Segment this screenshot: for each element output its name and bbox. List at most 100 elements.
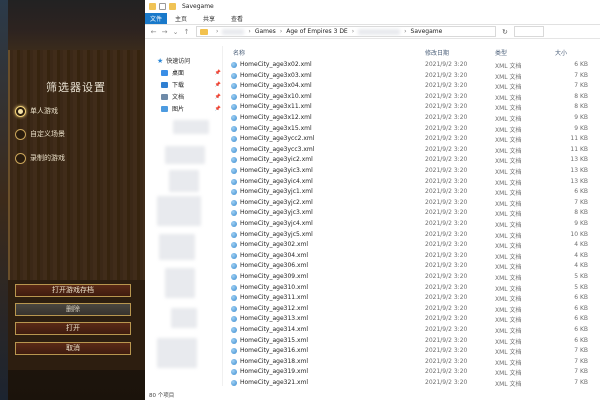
folder-icon[interactable] — [169, 3, 176, 10]
radio-recorded-game[interactable]: 录制的游戏 — [15, 151, 65, 165]
file-row[interactable]: HomeCity_age3x10.xml 2021/9/2 3:20 XML 文档 8… — [223, 92, 600, 103]
xml-file-icon — [231, 157, 237, 164]
xml-file-icon — [231, 348, 237, 355]
cancel-button[interactable]: 取消 — [15, 342, 131, 355]
xml-file-icon — [231, 337, 237, 344]
checkbox-icon[interactable] — [159, 3, 166, 10]
open-save-button[interactable]: 打开游戏存档 — [15, 284, 131, 297]
sidebar-item-downloads[interactable]: 下载 📌 — [161, 80, 221, 89]
file-type: XML 文档 — [495, 211, 522, 219]
file-date: 2021/9/2 3:20 — [425, 103, 468, 111]
breadcrumb-games[interactable]: Games — [255, 28, 276, 35]
sidebar-item-label: 下载 — [172, 82, 185, 89]
tab-view[interactable]: 查看 — [223, 13, 251, 24]
file-size: 4 KB — [574, 251, 588, 259]
sidebar-item-desktop[interactable]: 桌面 📌 — [161, 68, 221, 77]
file-size: 4 KB — [574, 241, 588, 249]
xml-file-icon — [231, 104, 237, 111]
quick-access-header[interactable]: ★ 快速访问 — [157, 56, 190, 66]
file-row[interactable]: HomeCity_age3x04.xml 2021/9/2 3:20 XML 文档 7… — [223, 81, 600, 92]
file-row[interactable]: HomeCity_age309.xml 2021/9/2 3:20 XML 文档 5 … — [223, 272, 600, 283]
up-arrow-icon[interactable]: ↑ — [181, 28, 192, 36]
file-row[interactable]: HomeCity_age318.xml 2021/9/2 3:20 XML 文档 7 … — [223, 357, 600, 368]
address-toolbar: ← → ⌄ ↑ › › Games › Age of Empires 3 DE … — [145, 25, 600, 39]
file-row[interactable]: HomeCity_age3yjc1.xml 2021/9/2 3:20 XML 文档… — [223, 187, 600, 198]
address-bar[interactable]: › › Games › Age of Empires 3 DE › › Save… — [196, 26, 496, 37]
tab-file[interactable]: 文件 — [145, 13, 168, 24]
file-name: HomeCity_age3x02.xml — [240, 61, 312, 68]
file-row[interactable]: HomeCity_age3yic2.xml 2021/9/2 3:20 XML 文档… — [223, 155, 600, 166]
file-row[interactable]: HomeCity_age3x02.xml 2021/9/2 3:20 XML 文档 6… — [223, 60, 600, 71]
window-title: Savegame — [182, 3, 214, 10]
file-date: 2021/9/2 3:20 — [425, 177, 468, 185]
file-row[interactable]: HomeCity_age304.xml 2021/9/2 3:20 XML 文档 4 … — [223, 251, 600, 262]
file-row[interactable]: HomeCity_age316.xml 2021/9/2 3:20 XML 文档 7 … — [223, 346, 600, 357]
file-row[interactable]: HomeCity_age3x12.xml 2021/9/2 3:20 XML 文档 9… — [223, 113, 600, 124]
file-row[interactable]: HomeCity_age3x11.xml 2021/9/2 3:20 XML 文档 8… — [223, 102, 600, 113]
file-name: HomeCity_age3yjc4.xml — [240, 220, 313, 227]
column-header-date[interactable]: 修改日期 — [425, 48, 449, 57]
file-row[interactable]: HomeCity_age321.xml 2021/9/2 3:20 XML 文档 7 … — [223, 378, 600, 389]
file-date: 2021/9/2 3:20 — [425, 188, 468, 196]
xml-file-icon — [231, 316, 237, 323]
blurred-sidebar-item — [157, 196, 201, 226]
file-date: 2021/9/2 3:20 — [425, 262, 468, 270]
file-row[interactable]: HomeCity_age302.xml 2021/9/2 3:20 XML 文档 4 … — [223, 240, 600, 251]
file-row[interactable]: HomeCity_age3x03.xml 2021/9/2 3:20 XML 文档 7… — [223, 71, 600, 82]
file-row[interactable]: HomeCity_age312.xml 2021/9/2 3:20 XML 文档 6 … — [223, 304, 600, 315]
file-row[interactable]: HomeCity_age3yic3.xml 2021/9/2 3:20 XML 文档… — [223, 166, 600, 177]
sidebar-item-pictures[interactable]: 图片 📌 — [161, 104, 221, 113]
sidebar-item-documents[interactable]: 文档 📌 — [161, 92, 221, 101]
file-row[interactable]: HomeCity_age306.xml 2021/9/2 3:20 XML 文档 4 … — [223, 261, 600, 272]
column-header-size[interactable]: 大小 — [555, 48, 567, 57]
column-header-type[interactable]: 类型 — [495, 48, 507, 57]
file-row[interactable]: HomeCity_age3yic4.xml 2021/9/2 3:20 XML 文档… — [223, 177, 600, 188]
file-row[interactable]: HomeCity_age3yjc2.xml 2021/9/2 3:20 XML 文档… — [223, 198, 600, 209]
pictures-icon — [161, 105, 168, 112]
file-row[interactable]: HomeCity_age3yjc5.xml 2021/9/2 3:20 XML 文档… — [223, 230, 600, 241]
file-name: HomeCity_age319.xml — [240, 368, 309, 376]
file-row[interactable]: HomeCity_age314.xml 2021/9/2 3:20 XML 文档 6 … — [223, 325, 600, 336]
delete-button[interactable]: 删除 — [15, 303, 131, 316]
tab-share[interactable]: 共享 — [195, 13, 223, 24]
search-input[interactable] — [513, 26, 544, 37]
file-size: 8 KB — [574, 209, 588, 217]
sidebar-item-label: 图片 — [172, 106, 185, 113]
forward-arrow-icon[interactable]: → — [159, 28, 170, 36]
file-row[interactable]: HomeCity_age3yjc3.xml 2021/9/2 3:20 XML 文档… — [223, 208, 600, 219]
file-size: 7 KB — [574, 357, 588, 365]
xml-file-icon — [231, 83, 237, 90]
file-name: HomeCity_age3x11.xml — [240, 103, 312, 111]
file-size: 11 KB — [570, 145, 588, 153]
file-row[interactable]: HomeCity_age311.xml 2021/9/2 3:20 XML 文档 6 … — [223, 293, 600, 304]
file-type: XML 文档 — [495, 222, 522, 229]
file-name: HomeCity_age315.xml — [240, 336, 309, 344]
file-row[interactable]: HomeCity_age3ycc2.xml 2021/9/2 3:20 XML 文档… — [223, 134, 600, 145]
file-row[interactable]: HomeCity_age3x15.xml 2021/9/2 3:20 XML 文档 9… — [223, 124, 600, 135]
file-name: HomeCity_age302.xml — [240, 241, 309, 249]
file-row[interactable]: HomeCity_age3ycc3.xml 2021/9/2 3:20 XML 文档… — [223, 145, 600, 156]
file-type: XML 文档 — [495, 264, 522, 272]
tab-home[interactable]: 主页 — [167, 13, 195, 24]
file-date: 2021/9/2 3:20 — [425, 156, 468, 164]
radio-single-player[interactable]: 单人游戏 — [15, 104, 58, 118]
file-date: 2021/9/2 3:20 — [425, 326, 468, 333]
file-row[interactable]: HomeCity_age315.xml 2021/9/2 3:20 XML 文档 6 … — [223, 336, 600, 347]
file-row[interactable]: HomeCity_age310.xml 2021/9/2 3:20 XML 文档 5 … — [223, 283, 600, 294]
breadcrumb-aoe3de[interactable]: Age of Empires 3 DE — [286, 28, 348, 35]
xml-file-icon — [231, 72, 237, 79]
open-button[interactable]: 打开 — [15, 322, 131, 335]
refresh-icon[interactable]: ↻ — [502, 28, 508, 36]
file-date: 2021/9/2 3:20 — [425, 357, 468, 365]
file-row[interactable]: HomeCity_age319.xml 2021/9/2 3:20 XML 文档 7 … — [223, 367, 600, 378]
file-row[interactable]: HomeCity_age3yjc4.xml 2021/9/2 3:20 XML 文档… — [223, 219, 600, 230]
column-header-name[interactable]: 名称 — [233, 48, 245, 57]
back-arrow-icon[interactable]: ← — [148, 28, 159, 36]
file-date: 2021/9/2 3:20 — [425, 167, 468, 174]
radio-custom-scenario[interactable]: 自定义场景 — [15, 127, 65, 141]
navigation-pane: ★ 快速访问 桌面 📌 下载 📌 文档 📌 图片 📌 — [145, 46, 223, 386]
breadcrumb-savegame[interactable]: Savegame — [411, 28, 443, 35]
file-size: 9 KB — [574, 124, 588, 132]
file-row[interactable]: HomeCity_age313.xml 2021/9/2 3:20 XML 文档 6 … — [223, 314, 600, 325]
chevron-down-icon[interactable]: ⌄ — [170, 28, 181, 36]
